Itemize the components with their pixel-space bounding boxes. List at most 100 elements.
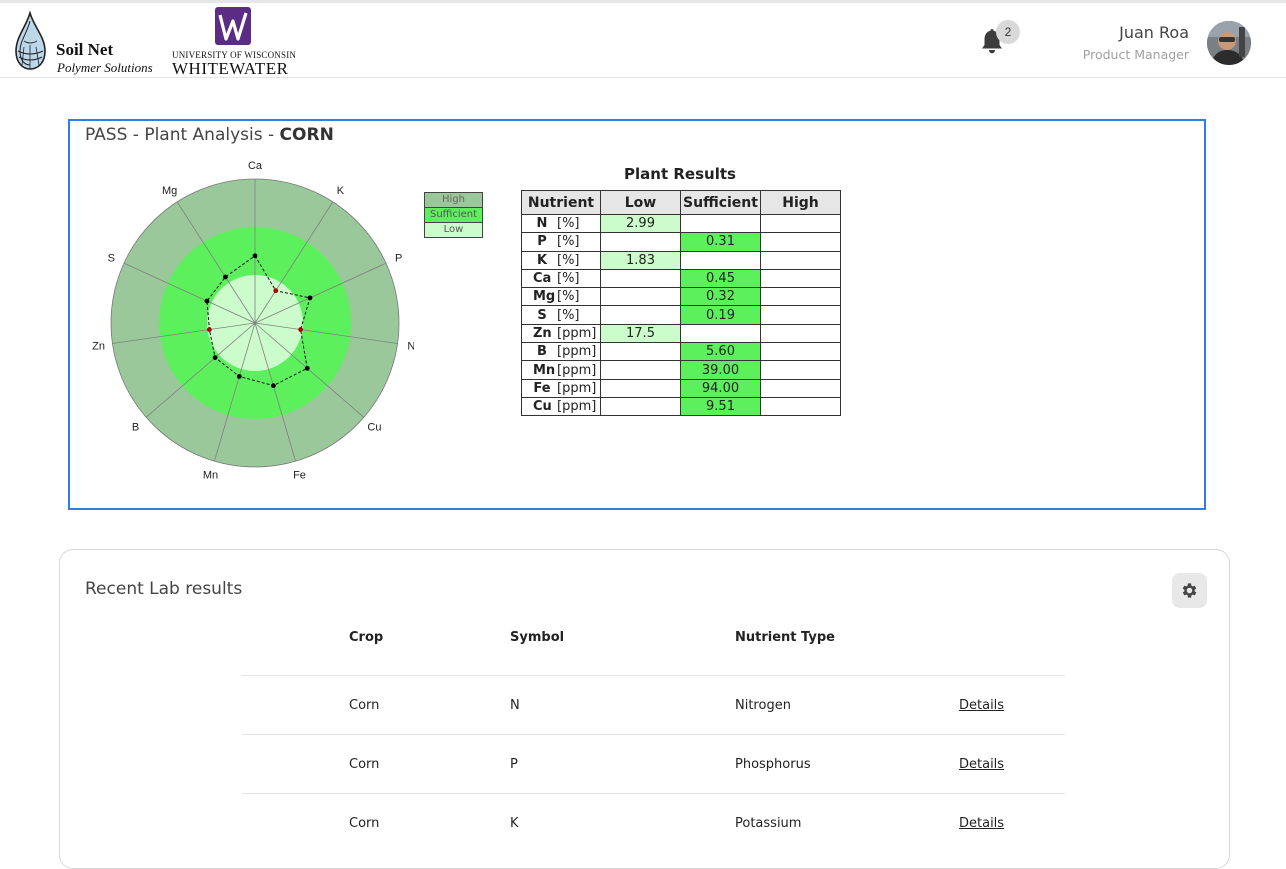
low-value-cell: [600, 378, 681, 398]
row-crop: Corn: [349, 698, 380, 713]
recent-lab-results-card: Recent Lab results Crop Symbol Nutrient …: [59, 549, 1230, 869]
nutrient-unit: [%]: [557, 271, 580, 287]
nutrient-unit: [ppm]: [557, 362, 597, 378]
radar-point-zn: [206, 327, 212, 332]
low-value-cell: [600, 396, 681, 417]
radar-legend: High Sufficient Low: [424, 192, 483, 238]
nutrient-symbol: Ca: [533, 271, 552, 287]
sufficient-value-cell: [680, 213, 761, 234]
low-value-cell: 1.83: [600, 250, 681, 270]
nutrient-unit: [%]: [557, 289, 580, 305]
sufficient-value-cell: 9.51: [680, 396, 761, 417]
high-value-cell: [760, 287, 841, 307]
nutrient-cell: Cu [ppm]: [521, 396, 601, 417]
sufficient-value-cell: [680, 250, 761, 270]
soil-net-logo[interactable]: Soil Net Polymer Solutions: [12, 10, 162, 75]
user-avatar[interactable]: [1207, 21, 1251, 65]
results-row-p: P [%] 0.31: [521, 232, 841, 252]
col-low: Low: [600, 190, 681, 215]
row-nutrient-type: Nitrogen: [735, 698, 791, 713]
row-crop: Corn: [349, 757, 380, 772]
low-value-cell: [600, 232, 681, 252]
radar-axis-label: P: [395, 252, 402, 264]
nutrient-symbol: Mn: [533, 362, 556, 378]
col-nutrient-type: Nutrient Type: [735, 630, 835, 645]
sufficient-value-cell: 94.00: [680, 378, 761, 398]
results-row-fe: Fe [ppm] 94.00: [521, 378, 841, 398]
row-symbol: K: [510, 816, 519, 831]
low-value-cell: 17.5: [600, 323, 681, 344]
nutrient-radar-chart: Ca K P N Cu Fe Mn B Zn S Mg: [92, 160, 414, 482]
nutrient-symbol: P: [537, 234, 547, 250]
high-value-cell: [760, 360, 841, 380]
gear-icon: [1182, 583, 1197, 598]
high-value-cell: [760, 378, 841, 398]
nutrient-cell: Mn [ppm]: [521, 360, 601, 380]
results-row-cu: Cu [ppm] 9.51: [521, 396, 841, 417]
low-value-cell: 2.99: [600, 213, 681, 234]
nutrient-symbol: Zn: [533, 325, 552, 341]
nutrient-symbol: S: [537, 307, 547, 323]
app-header: Soil Net Polymer Solutions UNIVERSITY OF…: [0, 3, 1286, 78]
details-link[interactable]: Details: [959, 698, 1004, 713]
nutrient-cell: B [ppm]: [521, 342, 601, 362]
low-value-cell: [600, 305, 681, 325]
university-line2: WHITEWATER: [172, 59, 289, 78]
nutrient-cell: N [%]: [521, 213, 601, 234]
legend-high: High: [424, 192, 483, 208]
radar-point-cu: [304, 365, 310, 371]
brand-name: Soil Net: [56, 40, 114, 59]
radar-point-p: [307, 295, 313, 301]
recent-lab-results-title: Recent Lab results: [85, 579, 243, 599]
radar-point-ca: [252, 253, 258, 259]
sufficient-value-cell: 0.19: [680, 305, 761, 325]
nutrient-symbol: B: [537, 344, 547, 360]
results-row-ca: Ca [%] 0.45: [521, 268, 841, 289]
results-row-zn: Zn [ppm] 17.5: [521, 323, 841, 344]
results-row-mn: Mn [ppm] 39.00: [521, 360, 841, 380]
uw-w-icon: [215, 7, 251, 45]
row-symbol: P: [510, 757, 518, 772]
radar-axis-label: Ca: [248, 160, 263, 172]
nutrient-unit: [%]: [557, 307, 580, 323]
settings-button[interactable]: [1172, 573, 1207, 608]
row-crop: Corn: [349, 816, 380, 831]
nutrient-unit: [ppm]: [557, 399, 597, 415]
table-row: Corn K Potassium Details: [242, 793, 1065, 852]
plant-analysis-title: PASS - Plant Analysis - CORN: [85, 125, 334, 145]
col-sufficient: Sufficient: [680, 190, 761, 215]
nutrient-unit: [%]: [557, 216, 580, 232]
radar-axis-label: K: [337, 185, 345, 197]
details-link[interactable]: Details: [959, 757, 1004, 772]
notification-count-badge[interactable]: 2: [996, 20, 1020, 44]
user-name[interactable]: Juan Roa: [1119, 23, 1189, 42]
details-link[interactable]: Details: [959, 816, 1004, 831]
sufficient-value-cell: 0.32: [680, 287, 761, 307]
nutrient-unit: [%]: [557, 252, 580, 268]
nutrient-symbol: Mg: [533, 289, 556, 305]
high-value-cell: [760, 213, 841, 234]
radar-point-k: [273, 288, 279, 294]
nutrient-symbol: Fe: [533, 380, 551, 396]
nutrient-cell: Zn [ppm]: [521, 323, 601, 344]
results-header-row: Nutrient Low Sufficient High: [521, 190, 841, 215]
high-value-cell: [760, 232, 841, 252]
user-role: Product Manager: [1082, 47, 1189, 62]
table-row: Corn N Nitrogen Details: [242, 675, 1065, 734]
water-drop-icon: [15, 10, 46, 70]
row-nutrient-type: Potassium: [735, 816, 802, 831]
high-value-cell: [760, 250, 841, 270]
radar-axis-label: N: [407, 340, 414, 352]
uw-whitewater-logo[interactable]: UNIVERSITY OF WISCONSIN WHITEWATER: [172, 7, 302, 78]
sufficient-value-cell: 0.31: [680, 232, 761, 252]
radar-point-mg: [223, 274, 228, 280]
table-row: Corn P Phosphorus Details: [242, 734, 1065, 793]
nutrient-unit: [ppm]: [557, 380, 597, 396]
high-value-cell: [760, 323, 841, 344]
col-nutrient: Nutrient: [521, 190, 601, 215]
nutrient-cell: P [%]: [521, 232, 601, 252]
results-row-b: B [ppm] 5.60: [521, 342, 841, 362]
low-value-cell: [600, 360, 681, 380]
col-symbol: Symbol: [510, 630, 565, 645]
sufficient-value-cell: 39.00: [680, 360, 761, 380]
